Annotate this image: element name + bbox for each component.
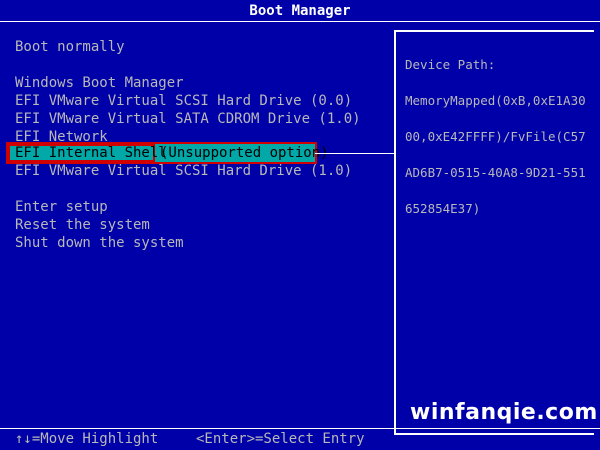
device-path-heading: Device Path:	[405, 57, 496, 72]
device-path-line: 652854E37)	[405, 201, 481, 216]
title-bar: Boot Manager	[0, 0, 600, 22]
select-entry-hint: <Enter>=Select Entry	[196, 431, 365, 447]
device-path-line: AD6B7-0515-40A8-9D21-551	[405, 165, 586, 180]
unsupported-option-note: (Unsupported option)	[160, 145, 329, 161]
shut-down-item[interactable]: Shut down the system	[15, 234, 184, 252]
menu-item-scsi-0[interactable]: EFI VMware Virtual SCSI Hard Drive (0.0)	[15, 92, 352, 110]
menu-item-cdrom[interactable]: EFI VMware Virtual SATA CDROM Drive (1.0…	[15, 110, 361, 128]
windows-boot-manager-item[interactable]: Windows Boot Manager	[15, 74, 184, 92]
menu-item-internal-shell[interactable]: EFI Internal Shell	[15, 144, 167, 162]
device-path-line: 00,0xE42FFFF)/FvFile(C57	[405, 129, 586, 144]
boot-normally-item[interactable]: Boot normally	[15, 38, 125, 56]
window-title: Boot Manager	[249, 3, 351, 19]
move-highlight-hint: ↑↓=Move Highlight	[15, 431, 159, 447]
footer-divider	[0, 428, 600, 429]
reset-system-item[interactable]: Reset the system	[15, 216, 150, 234]
footer-hints: ↑↓=Move Highlight <Enter>=Select Entry	[0, 428, 600, 450]
device-path-line: MemoryMapped(0xB,0xE1A30	[405, 93, 586, 108]
title-divider	[0, 21, 600, 22]
detail-connector-line	[315, 153, 395, 154]
enter-setup-item[interactable]: Enter setup	[15, 198, 108, 216]
menu-item-scsi-1[interactable]: EFI VMware Virtual SCSI Hard Drive (1.0)	[15, 162, 352, 180]
device-path-text: Device Path: MemoryMapped(0xB,0xE1A30 00…	[405, 38, 590, 236]
site-watermark: winfanqie.com	[410, 400, 598, 425]
